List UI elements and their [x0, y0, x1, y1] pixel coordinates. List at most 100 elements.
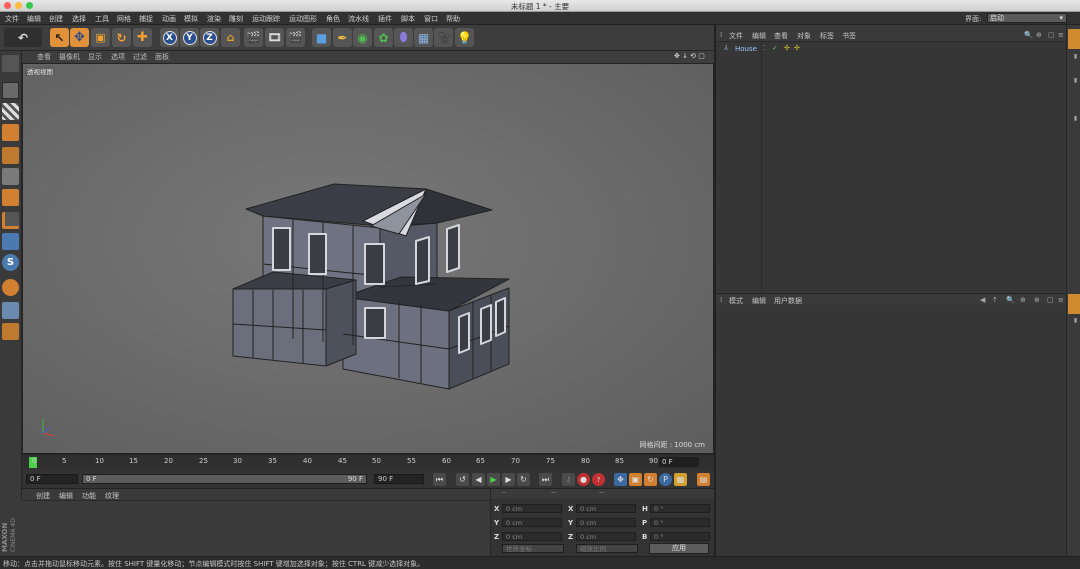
visibility-dots-icon[interactable]: ⁚: [763, 44, 765, 52]
menu-mesh[interactable]: 网格: [117, 14, 131, 24]
keyframe-selection-button[interactable]: ?: [592, 473, 605, 486]
record-keys-button[interactable]: ⚷: [562, 473, 575, 486]
go-to-start-button[interactable]: ⏮: [433, 473, 446, 486]
next-key-button[interactable]: ↻: [517, 473, 530, 486]
z-axis-button[interactable]: Z: [200, 28, 219, 47]
new-panel-icon[interactable]: ▢: [1048, 31, 1055, 39]
new-panel-icon[interactable]: ▢: [1047, 296, 1054, 304]
previous-frame-button[interactable]: ◀: [472, 473, 485, 486]
undo-button[interactable]: ↶: [4, 28, 42, 47]
key-scale-button[interactable]: ▣: [629, 473, 642, 486]
panel-menu-icon[interactable]: ≡: [1058, 296, 1064, 304]
timeline-window-button[interactable]: ▤: [697, 473, 710, 486]
object-menu-file[interactable]: 文件: [729, 31, 743, 41]
coordinate-mode-select[interactable]: 世界坐标: [502, 544, 564, 553]
object-menu-view[interactable]: 查看: [774, 31, 788, 41]
structure-tab[interactable]: ▮: [1069, 77, 1079, 84]
spline-pen-button[interactable]: ✒: [333, 28, 352, 47]
play-button[interactable]: ▶: [487, 473, 500, 486]
menu-character[interactable]: 角色: [326, 14, 340, 24]
menu-tools[interactable]: 工具: [95, 14, 109, 24]
subdivision-button[interactable]: ◉: [353, 28, 372, 47]
light-button[interactable]: 💡: [455, 28, 474, 47]
make-editable-button[interactable]: [2, 55, 19, 72]
object-menu-objects[interactable]: 对象: [797, 31, 811, 41]
y-axis-button[interactable]: Y: [180, 28, 199, 47]
start-frame-field[interactable]: 0 F: [26, 474, 78, 484]
render-view-button[interactable]: 🎬: [244, 28, 263, 47]
search-icon[interactable]: 🔍: [1006, 296, 1015, 304]
pos-y-field[interactable]: 0 cm: [502, 518, 562, 527]
array-button[interactable]: ✿: [374, 28, 393, 47]
deformer-button[interactable]: ⬮: [394, 28, 413, 47]
cube-button[interactable]: ■: [312, 28, 331, 47]
render-settings-button[interactable]: 🎬: [286, 28, 305, 47]
viewport-menu-panel[interactable]: 面板: [155, 52, 169, 62]
edges-mode-button[interactable]: [2, 168, 19, 185]
menu-select[interactable]: 选择: [72, 14, 86, 24]
points-mode-button[interactable]: [2, 147, 19, 164]
apply-button[interactable]: 应用: [649, 543, 709, 554]
material-menu-create[interactable]: 创建: [36, 491, 50, 501]
rot-h-field[interactable]: 0 °: [650, 504, 710, 513]
tag-icon[interactable]: ✣: [794, 44, 800, 52]
floor-button[interactable]: ▦: [414, 28, 433, 47]
camera-button[interactable]: 🎥: [434, 28, 453, 47]
x-axis-button[interactable]: X: [160, 28, 179, 47]
workplane-button[interactable]: [2, 124, 19, 141]
tweak-mode-button[interactable]: [2, 233, 19, 250]
menu-render[interactable]: 渲染: [207, 14, 221, 24]
rot-b-field[interactable]: 0 °: [650, 532, 710, 541]
menu-script[interactable]: 脚本: [401, 14, 415, 24]
menu-edit[interactable]: 编辑: [27, 14, 41, 24]
previous-key-button[interactable]: ↺: [456, 473, 469, 486]
object-list[interactable]: ⅄ House ⁚ ✓ ✣ ✣: [716, 41, 1066, 293]
end-frame-field[interactable]: 90 F: [374, 474, 424, 484]
texture-mode-button[interactable]: [2, 103, 19, 120]
key-pla-button[interactable]: ▦: [674, 473, 687, 486]
menu-create[interactable]: 创建: [49, 14, 63, 24]
timeline-ruler[interactable]: 0 5 10 15 20 25 30 35 40 45 50 55 60 65 …: [22, 454, 714, 469]
menu-snap[interactable]: 捕捉: [139, 14, 153, 24]
material-menu-edit[interactable]: 编辑: [59, 491, 73, 501]
size-x-field[interactable]: 0 cm: [576, 504, 636, 513]
menu-simulate[interactable]: 模拟: [184, 14, 198, 24]
pos-x-field[interactable]: 0 cm: [502, 504, 562, 513]
perspective-viewport[interactable]: 透视视图 网格间距: 1000 cm: [22, 63, 714, 454]
menu-pipeline[interactable]: 流水线: [348, 14, 369, 24]
key-parameter-button[interactable]: P: [659, 473, 672, 486]
lock-icon[interactable]: ⊕: [1036, 31, 1042, 39]
solo-button[interactable]: [2, 279, 19, 296]
material-menu-texture[interactable]: 纹理: [105, 491, 119, 501]
menu-file[interactable]: 文件: [5, 14, 19, 24]
layers-side-tab[interactable]: ▮: [1069, 317, 1079, 324]
content-browser-tab[interactable]: ▮: [1069, 53, 1079, 60]
house-model[interactable]: [23, 64, 714, 454]
select-tool-button[interactable]: ↖: [50, 28, 69, 47]
rotate-tool-button[interactable]: ↻: [112, 28, 131, 47]
layer-lock-button[interactable]: [2, 302, 19, 319]
viewport-navigation-icons[interactable]: ✥ ↓ ⟲ ▢: [674, 52, 705, 60]
viewport-menu-options[interactable]: 选项: [111, 52, 125, 62]
pos-z-field[interactable]: 0 cm: [502, 532, 562, 541]
viewport-menu-camera[interactable]: 摄像机: [59, 52, 80, 62]
render-to-picture-viewer-button[interactable]: 🎞: [265, 28, 284, 47]
axis-mode-button[interactable]: [2, 212, 19, 229]
move-tool-button[interactable]: ✥: [70, 28, 89, 47]
object-name[interactable]: House: [735, 45, 757, 53]
menu-mograph[interactable]: 运动图形: [289, 14, 317, 24]
autokey-button[interactable]: ●: [577, 473, 590, 486]
key-rotation-button[interactable]: ↻: [644, 473, 657, 486]
lock-icon[interactable]: ⊕: [1034, 296, 1040, 304]
rot-p-field[interactable]: 0 °: [650, 518, 710, 527]
go-to-end-button[interactable]: ⏭: [539, 473, 552, 486]
menu-help[interactable]: 帮助: [446, 14, 460, 24]
object-menu-bookmarks[interactable]: 书签: [842, 31, 856, 41]
objects-tab[interactable]: [1068, 29, 1080, 49]
layer-button[interactable]: [2, 323, 19, 340]
object-menu-tags[interactable]: 标签: [820, 31, 834, 41]
enable-check-icon[interactable]: ✓: [772, 44, 778, 52]
material-list[interactable]: [22, 501, 490, 556]
size-y-field[interactable]: 0 cm: [576, 518, 636, 527]
object-row[interactable]: ⅄ House ⁚ ✓ ✣ ✣: [718, 44, 1058, 54]
